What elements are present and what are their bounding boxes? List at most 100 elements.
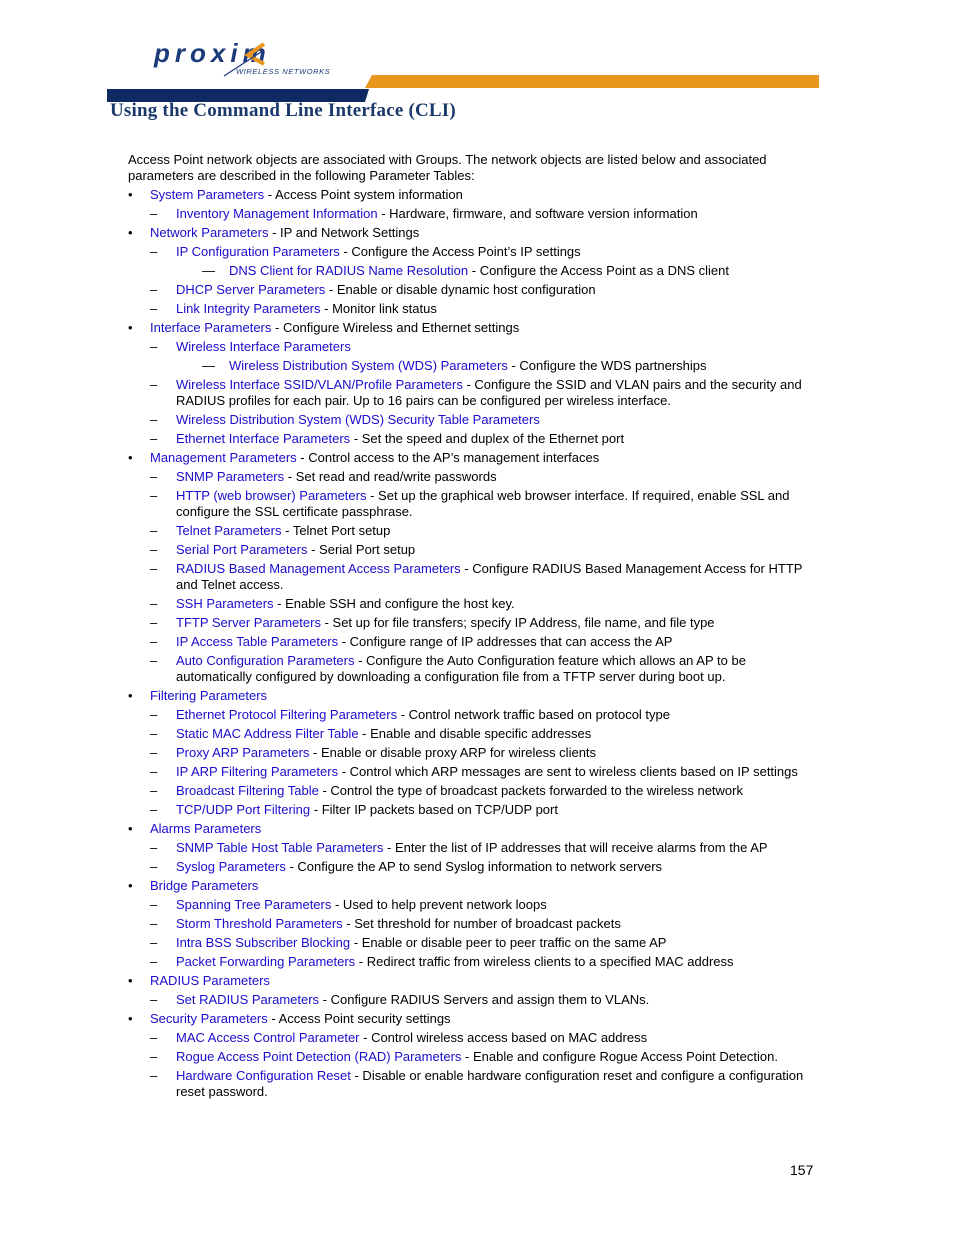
parameter-link[interactable]: TFTP Server Parameters [176, 615, 321, 630]
parameter-link[interactable]: IP Configuration Parameters [176, 244, 340, 259]
dash-icon: – [150, 726, 158, 741]
document-body: Access Point network objects are associa… [128, 152, 818, 1103]
parameter-link[interactable]: Wireless Distribution System (WDS) Param… [229, 358, 508, 373]
parameter-link[interactable]: DHCP Server Parameters [176, 282, 325, 297]
parameter-link[interactable]: Management Parameters [150, 450, 297, 465]
parameter-description: - Enable or disable dynamic host configu… [325, 282, 596, 297]
parameter-link[interactable]: Intra BSS Subscriber Blocking [176, 935, 350, 950]
dash-icon: – [150, 523, 158, 538]
parameter-link[interactable]: Static MAC Address Filter Table [176, 726, 359, 741]
bullet-icon: • [128, 1011, 133, 1026]
parameter-link[interactable]: Spanning Tree Parameters [176, 897, 331, 912]
parameter-link[interactable]: Packet Forwarding Parameters [176, 954, 355, 969]
parameter-link[interactable]: Set RADIUS Parameters [176, 992, 319, 1007]
parameter-link[interactable]: System Parameters [150, 187, 264, 202]
list-item-group: • System Parameters - Access Point system… [128, 187, 818, 203]
bullet-icon: • [128, 450, 133, 465]
parameter-link[interactable]: Wireless Interface Parameters [176, 339, 351, 354]
parameter-link[interactable]: Bridge Parameters [150, 878, 258, 893]
parameter-link[interactable]: Ethernet Interface Parameters [176, 431, 350, 446]
parameter-description: - Configure Wireless and Ethernet settin… [271, 320, 520, 335]
parameter-link[interactable]: Wireless Distribution System (WDS) Secur… [176, 412, 540, 427]
parameter-link[interactable]: SSH Parameters [176, 596, 274, 611]
parameter-link[interactable]: RADIUS Parameters [150, 973, 270, 988]
parameter-link[interactable]: Security Parameters [150, 1011, 268, 1026]
parameter-link[interactable]: Rogue Access Point Detection (RAD) Param… [176, 1049, 461, 1064]
parameter-link[interactable]: RADIUS Based Management Access Parameter… [176, 561, 461, 576]
bullet-icon: • [128, 821, 133, 836]
parameter-link[interactable]: Interface Parameters [150, 320, 271, 335]
parameter-link[interactable]: Syslog Parameters [176, 859, 286, 874]
parameter-description: - Enable SSH and configure the host key. [273, 596, 515, 611]
parameter-description: - Configure the Access Point as a DNS cl… [468, 263, 729, 278]
list-item-subgroup: – IP Access Table Parameters - Configure … [128, 634, 818, 650]
dash-icon: – [150, 783, 158, 798]
dash-icon: – [150, 431, 158, 446]
dash-icon: – [150, 745, 158, 760]
parameter-description: - Telnet Port setup [281, 523, 391, 538]
parameter-description: - Used to help prevent network loops [331, 897, 547, 912]
parameter-link[interactable]: MAC Access Control Parameter [176, 1030, 360, 1045]
parameter-link[interactable]: Filtering Parameters [150, 688, 267, 703]
list-item-group: • Alarms Parameters [128, 821, 818, 837]
list-item-subgroup: – IP Configuration Parameters - Configure… [128, 244, 818, 260]
dash-icon: – [150, 488, 158, 503]
parameter-link[interactable]: Hardware Configuration Reset [176, 1068, 351, 1083]
list-item-subgroup: – Wireless Interface Parameters [128, 339, 818, 355]
parameter-link[interactable]: SNMP Table Host Table Parameters [176, 840, 383, 855]
list-item-subgroup: – HTTP (web browser) Parameters - Set up … [128, 488, 818, 520]
parameter-description: - Enable and disable specific addresses [358, 726, 592, 741]
parameter-link[interactable]: Alarms Parameters [150, 821, 261, 836]
parameter-link[interactable]: IP ARP Filtering Parameters [176, 764, 338, 779]
list-item-subgroup: – IP ARP Filtering Parameters - Control w… [128, 764, 818, 780]
dash-icon: – [150, 301, 158, 316]
parameter-link[interactable]: Storm Threshold Parameters [176, 916, 343, 931]
list-item-subgroup: – RADIUS Based Management Access Paramete… [128, 561, 818, 593]
parameter-description: - Configure the WDS partnerships [507, 358, 707, 373]
parameter-link[interactable]: Link Integrity Parameters [176, 301, 321, 316]
parameter-description: - Control which ARP messages are sent to… [338, 764, 798, 779]
list-item-subsubgroup: — Wireless Distribution System (WDS) Para… [128, 358, 818, 374]
dash-icon: – [150, 992, 158, 1007]
parameter-link[interactable]: Broadcast Filtering Table [176, 783, 319, 798]
parameter-link[interactable]: Telnet Parameters [176, 523, 282, 538]
parameter-link[interactable]: DNS Client for RADIUS Name Resolution [229, 263, 468, 278]
parameter-description: - Set up for file transfers; specify IP … [320, 615, 715, 630]
bullet-icon: • [128, 688, 133, 703]
dash-icon: — [202, 263, 215, 278]
parameter-description: - Hardware, firmware, and software versi… [377, 206, 698, 221]
parameter-description: - Control wireless access based on MAC a… [359, 1030, 648, 1045]
parameter-description: - Enable or disable proxy ARP for wirele… [309, 745, 597, 760]
list-item-group: • Security Parameters - Access Point secu… [128, 1011, 818, 1027]
list-item-subgroup: – Packet Forwarding Parameters - Redirect… [128, 954, 818, 970]
parameter-link[interactable]: HTTP (web browser) Parameters [176, 488, 366, 503]
list-item-subgroup: – Rogue Access Point Detection (RAD) Para… [128, 1049, 818, 1065]
parameter-link[interactable]: TCP/UDP Port Filtering [176, 802, 310, 817]
parameter-link[interactable]: Serial Port Parameters [176, 542, 308, 557]
parameter-link[interactable]: Inventory Management Information [176, 206, 378, 221]
bullet-icon: • [128, 187, 133, 202]
dash-icon: – [150, 1030, 158, 1045]
parameter-list: • System Parameters - Access Point system… [128, 187, 818, 1100]
list-item-subgroup: – Inventory Management Information - Hard… [128, 206, 818, 222]
list-item-subgroup: – Broadcast Filtering Table - Control the… [128, 783, 818, 799]
parameter-link[interactable]: Wireless Interface SSID/VLAN/Profile Par… [176, 377, 463, 392]
list-item-subgroup: – TCP/UDP Port Filtering - Filter IP pack… [128, 802, 818, 818]
parameter-link[interactable]: Auto Configuration Parameters [176, 653, 354, 668]
parameter-link[interactable]: Proxy ARP Parameters [176, 745, 309, 760]
parameter-link[interactable]: Ethernet Protocol Filtering Parameters [176, 707, 397, 722]
dash-icon: – [150, 954, 158, 969]
header-bars [107, 75, 819, 102]
parameter-link[interactable]: SNMP Parameters [176, 469, 284, 484]
parameter-description: - Filter IP packets based on TCP/UDP por… [310, 802, 558, 817]
dash-icon: – [150, 935, 158, 950]
list-item-subgroup: – TFTP Server Parameters - Set up for fil… [128, 615, 818, 631]
parameter-link[interactable]: Network Parameters [150, 225, 268, 240]
bullet-icon: • [128, 973, 133, 988]
dash-icon: – [150, 634, 158, 649]
list-item-group: • Filtering Parameters [128, 688, 818, 704]
parameter-link[interactable]: IP Access Table Parameters [176, 634, 338, 649]
parameter-description: - Control access to the AP’s management … [296, 450, 600, 465]
dash-icon: – [150, 1068, 158, 1083]
parameter-description: - Enable or disable peer to peer traffic… [350, 935, 667, 950]
